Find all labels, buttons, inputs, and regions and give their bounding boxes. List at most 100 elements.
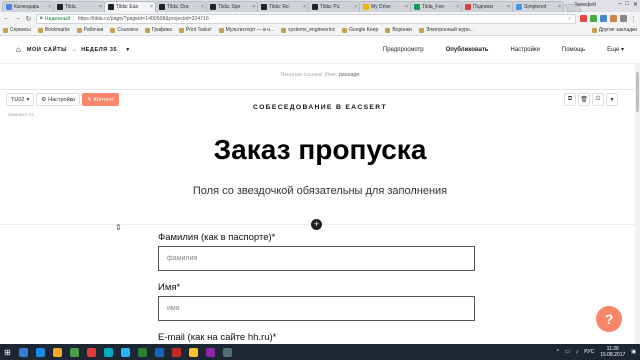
tray-arrow-icon[interactable]: ^ xyxy=(557,349,559,355)
tab-close-icon[interactable]: × xyxy=(507,4,510,10)
tab-favicon-icon xyxy=(57,4,63,10)
browser-tab[interactable]: Tilda: Spe × xyxy=(206,1,258,12)
bookmark-label: Мультиспорт — в н... xyxy=(225,27,275,33)
word-icon[interactable] xyxy=(154,347,164,357)
resize-handle-icon[interactable]: ⇕ xyxy=(115,223,122,232)
preview-link[interactable]: Предпросмотр xyxy=(383,47,424,53)
browser-tab[interactable]: Подписи × xyxy=(461,1,513,12)
bookmark-item[interactable]: Рабочая xyxy=(76,27,104,33)
bookmark-item[interactable]: Print Tasks! xyxy=(178,27,212,33)
breadcrumb-arrow-icon: → xyxy=(71,46,78,53)
help-fab-button[interactable]: ? xyxy=(596,306,622,332)
app-icon[interactable] xyxy=(222,347,232,357)
home-icon[interactable]: ⌂ xyxy=(16,45,21,54)
more-menu[interactable]: Еще ▾ xyxy=(607,46,624,53)
bookmark-item[interactable]: Мультиспорт — в н... xyxy=(218,27,275,33)
extension-icon[interactable] xyxy=(580,15,587,22)
browser-tab[interactable]: Tilda × xyxy=(53,1,105,12)
page-dropdown-icon[interactable]: ▼ xyxy=(125,47,130,53)
breadcrumb-my-sites[interactable]: МОИ САЙТЫ xyxy=(27,47,67,53)
url-text: https://tilda.cc/page/?pageid=1400508&pr… xyxy=(77,15,209,22)
search-icon[interactable] xyxy=(18,347,28,357)
close-window-icon[interactable]: ✕ xyxy=(633,1,638,8)
maximize-icon[interactable]: □ xyxy=(625,1,629,8)
other-bookmarks[interactable]: Другие закладки xyxy=(591,27,637,33)
add-block-button[interactable]: + xyxy=(311,219,322,230)
reload-icon[interactable]: ↻ xyxy=(25,15,32,23)
windows-start-icon[interactable]: ⊞ xyxy=(4,348,11,357)
app-icon[interactable] xyxy=(86,347,96,357)
extension-icon[interactable] xyxy=(590,15,597,22)
notifications-icon[interactable]: ▣ xyxy=(631,349,636,355)
url-field[interactable]: 🔒︎ Надежный | https://tilda.cc/page/?pag… xyxy=(36,13,576,24)
tab-close-icon[interactable]: × xyxy=(150,4,153,10)
tab-close-icon[interactable]: × xyxy=(405,4,408,10)
browser-tab[interactable]: Tilda: Eas × xyxy=(104,1,156,12)
bookmark-icon xyxy=(281,27,287,33)
browser-tab[interactable]: Simplenot × xyxy=(512,1,564,12)
network-icon[interactable]: ▭ xyxy=(565,349,570,355)
bookmark-item[interactable]: Воронки xyxy=(385,27,412,33)
bookmark-label: Рабочая xyxy=(83,27,104,33)
extension-icon[interactable] xyxy=(600,15,607,22)
tab-label: Tilda: Dra xyxy=(167,4,189,10)
tab-close-icon[interactable]: × xyxy=(252,4,255,10)
bookmark-item[interactable]: Google Keep xyxy=(342,27,378,33)
skype-icon[interactable] xyxy=(103,347,113,357)
bookmark-item[interactable]: systems_engineerinc xyxy=(281,27,335,33)
language-indicator[interactable]: РУС xyxy=(584,349,594,355)
surname-label: Фамилия (как в паспорте)* xyxy=(158,232,276,243)
folder-icon xyxy=(591,27,597,33)
settings-link[interactable]: Настройки xyxy=(510,47,539,53)
forward-icon[interactable]: → xyxy=(14,15,21,22)
folder-icon[interactable] xyxy=(52,347,62,357)
scrollbar-thumb[interactable] xyxy=(636,72,639,112)
browser-tab[interactable]: Tilda: Pu × xyxy=(308,1,360,12)
bookmark-item[interactable]: Сервисы xyxy=(3,27,31,33)
name-field[interactable] xyxy=(158,296,475,321)
tab-close-icon[interactable]: × xyxy=(48,4,51,10)
breadcrumb-page[interactable]: НЕДЕЛЯ 35 xyxy=(81,47,117,53)
bookmark-item[interactable]: Графика xyxy=(144,27,172,33)
chevron-down-icon: ▾ xyxy=(620,47,624,53)
volume-icon[interactable]: ♪ xyxy=(576,349,579,355)
bookmark-item[interactable]: Bookmarks xyxy=(37,27,70,33)
telegram-icon[interactable] xyxy=(120,347,130,357)
extension-icon[interactable] xyxy=(620,15,627,22)
tab-label: Календарь xyxy=(14,4,40,10)
tab-close-icon[interactable]: × xyxy=(201,4,204,10)
profile-name[interactable]: Тимофей xyxy=(574,2,596,8)
help-link[interactable]: Помощь xyxy=(562,47,585,53)
tab-close-icon[interactable]: × xyxy=(558,4,561,10)
browser-tab[interactable]: Tilda: Dra × xyxy=(155,1,207,12)
powerpoint-icon[interactable] xyxy=(171,347,181,357)
app-icon[interactable] xyxy=(205,347,215,357)
chrome-icon[interactable] xyxy=(188,347,198,357)
excel-icon[interactable] xyxy=(137,347,147,357)
bookmark-label: Воронки xyxy=(392,27,412,33)
back-icon[interactable]: ← xyxy=(3,15,10,22)
bookmark-label: Bookmarks xyxy=(44,27,70,33)
browser-tab[interactable]: My Drive × xyxy=(359,1,411,12)
browser-tab[interactable]: Tilda: Re × xyxy=(257,1,309,12)
tab-close-icon[interactable]: × xyxy=(354,4,357,10)
menu-kebab-icon[interactable]: ⋮ xyxy=(630,15,637,23)
bookmark-item[interactable]: Coursera xyxy=(110,27,138,33)
bookmark-icon xyxy=(385,27,391,33)
bookmark-star-icon[interactable]: ☆ xyxy=(567,16,572,22)
tab-close-icon[interactable]: × xyxy=(456,4,459,10)
minimize-icon[interactable]: – xyxy=(618,1,621,8)
edge-icon[interactable] xyxy=(35,347,45,357)
tab-close-icon[interactable]: × xyxy=(303,4,306,10)
surname-field[interactable] xyxy=(158,246,475,271)
extension-icon[interactable] xyxy=(610,15,617,22)
app-icon[interactable] xyxy=(69,347,79,357)
publish-link[interactable]: Опубликовать xyxy=(446,47,489,53)
tab-close-icon[interactable]: × xyxy=(99,4,102,10)
browser-tab[interactable]: Tilda_Fee × xyxy=(410,1,462,12)
clock[interactable]: 11:26 15.08.2017 xyxy=(600,346,625,358)
browser-tab[interactable]: Календарь × xyxy=(2,1,54,12)
more-label: Еще xyxy=(607,47,620,53)
bookmark-label: Сервисы xyxy=(10,27,31,33)
bookmark-item[interactable]: Электронный журн... xyxy=(418,27,474,33)
